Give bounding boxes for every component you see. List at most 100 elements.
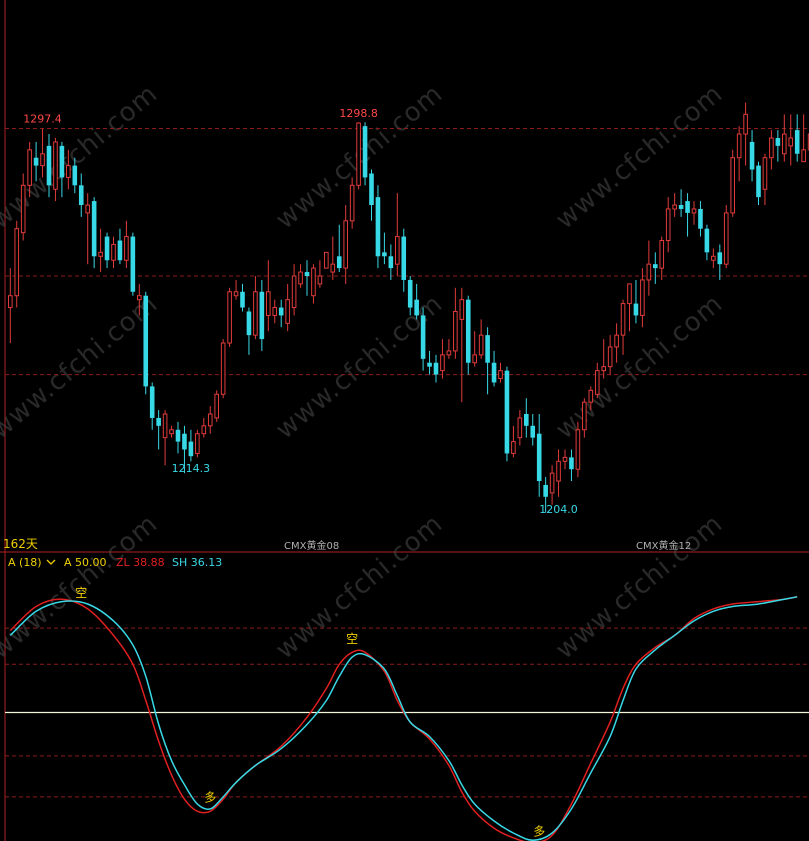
- candle-body: [769, 137, 774, 159]
- candle-body: [111, 243, 116, 261]
- candle: [433, 354, 439, 383]
- candle: [446, 339, 452, 359]
- candle: [14, 220, 20, 308]
- candle: [375, 185, 381, 269]
- candle-body: [143, 295, 149, 387]
- candle: [240, 283, 245, 312]
- candle-body: [246, 311, 252, 336]
- candle: [711, 248, 716, 269]
- candle-body: [723, 212, 729, 265]
- candle-body: [736, 133, 742, 159]
- candle-body: [214, 393, 219, 419]
- candle: [285, 283, 290, 332]
- candle: [8, 268, 13, 344]
- candle: [111, 236, 116, 269]
- candle: [504, 366, 510, 462]
- period-label: 162天: [3, 537, 38, 551]
- candle: [536, 414, 542, 497]
- candle-body: [633, 303, 639, 316]
- price-label: 1204.0: [539, 503, 578, 516]
- candle-body: [607, 346, 613, 368]
- candle-body: [72, 165, 78, 186]
- candle: [743, 102, 748, 166]
- candle-body: [382, 252, 387, 257]
- candle-body: [440, 354, 445, 372]
- candle-body: [285, 299, 290, 324]
- candle-body: [601, 366, 607, 372]
- candle: [440, 339, 445, 379]
- candle-body: [278, 307, 284, 316]
- candle-body: [27, 149, 32, 186]
- candle-body: [46, 145, 52, 186]
- candle-body: [582, 401, 587, 431]
- candle-body: [362, 126, 368, 178]
- candle: [782, 114, 787, 162]
- candle-body: [124, 236, 129, 261]
- contract-label-08: CMX黄金08: [284, 539, 339, 552]
- candle-body: [575, 429, 581, 470]
- candle-body: [8, 295, 13, 309]
- candle-body: [336, 256, 342, 269]
- candle: [517, 410, 523, 446]
- candle: [549, 465, 555, 505]
- candle: [698, 201, 703, 237]
- candle-body: [137, 295, 142, 301]
- candle: [524, 398, 529, 438]
- candle: [730, 149, 736, 217]
- candle-body: [711, 255, 716, 261]
- candle: [672, 193, 677, 217]
- candle: [382, 232, 387, 265]
- candle: [298, 264, 303, 288]
- candle-body: [504, 370, 510, 454]
- candle: [691, 201, 697, 225]
- candle-body: [427, 362, 432, 367]
- candle-body: [195, 433, 200, 454]
- candle-body: [653, 264, 658, 269]
- candle: [169, 425, 174, 438]
- candle-body: [678, 205, 684, 209]
- candle: [485, 327, 490, 395]
- candle-body: [594, 370, 600, 395]
- candle-body: [569, 457, 574, 470]
- price-label: 1297.4: [23, 113, 62, 126]
- candle-body: [762, 157, 768, 190]
- candle: [259, 279, 265, 351]
- candle-body: [266, 291, 271, 316]
- legend-a: A 50.00: [64, 556, 107, 569]
- zl-series-line: [9, 596, 798, 841]
- candle-body: [620, 303, 626, 336]
- candle: [717, 244, 723, 280]
- candle-body: [375, 197, 381, 257]
- candle: [201, 417, 207, 438]
- candle-body: [20, 184, 26, 234]
- candle-body: [395, 236, 400, 265]
- candle-body: [491, 362, 497, 383]
- candle: [343, 205, 348, 284]
- candle-body: [233, 291, 239, 297]
- candle: [156, 410, 161, 450]
- candle: [78, 173, 84, 217]
- candle-body: [562, 456, 568, 462]
- candle: [614, 323, 619, 363]
- candle: [659, 236, 665, 280]
- candle: [646, 240, 652, 296]
- candle-body: [240, 291, 245, 308]
- candle: [149, 382, 155, 430]
- candle-body: [78, 185, 84, 206]
- watermark: www.cfchi.com: [550, 509, 729, 666]
- contract-label-12: CMX黄金12: [636, 539, 691, 552]
- candle: [188, 429, 194, 462]
- indicator-dropdown-icon[interactable]: [46, 559, 56, 565]
- candle-body: [549, 472, 555, 494]
- candle-body: [130, 236, 136, 292]
- candle: [530, 414, 536, 446]
- candle: [562, 449, 568, 470]
- candle: [246, 307, 252, 355]
- candle-body: [414, 299, 419, 316]
- candle-body: [788, 137, 794, 147]
- candle-body: [459, 299, 465, 320]
- candle-body: [749, 141, 755, 170]
- candlestick-series: [8, 102, 809, 513]
- signal-marker: 空: [346, 632, 358, 646]
- candle-body: [188, 441, 194, 457]
